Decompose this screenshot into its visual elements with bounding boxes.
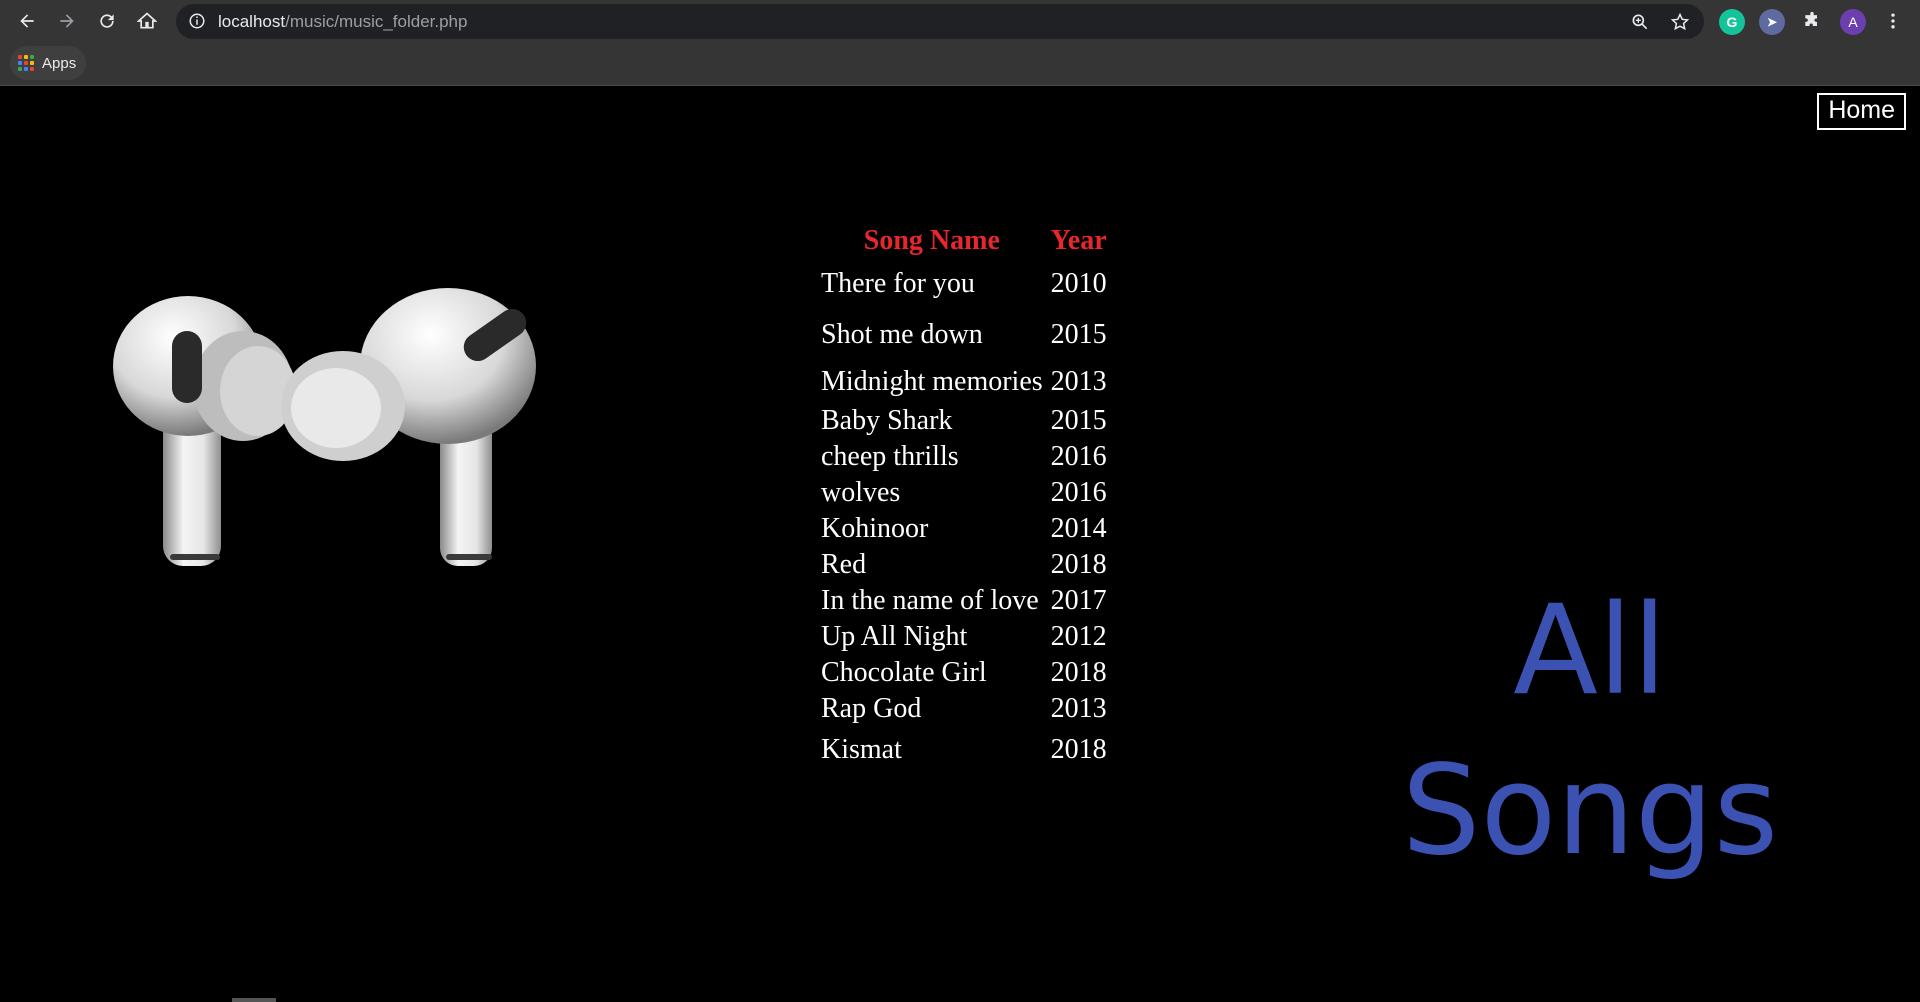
avatar[interactable]: A (1840, 9, 1866, 35)
song-year: 2013 (1050, 693, 1107, 724)
apps-label: Apps (42, 54, 77, 72)
table-row: cheep thrills 2016 (817, 439, 1111, 475)
song-name: wolves (821, 477, 901, 508)
song-name: Up All Night (821, 621, 968, 652)
url-text[interactable]: localhost/music/music_folder.php (218, 12, 467, 32)
song-name: Baby Shark (821, 405, 953, 436)
table-row: Red 2018 (817, 547, 1111, 583)
url-host: localhost (218, 12, 286, 31)
song-name: Chocolate Girl (821, 657, 987, 688)
star-icon[interactable] (1668, 10, 1692, 34)
extension-icon[interactable]: ➤ (1759, 9, 1785, 35)
url-path: /music/music_folder.php (285, 12, 468, 31)
info-icon[interactable] (188, 12, 206, 30)
song-year: 2016 (1050, 477, 1107, 508)
song-name: There for you (821, 268, 975, 299)
song-year: 2014 (1050, 513, 1107, 544)
apps-bookmark[interactable]: Apps (10, 46, 87, 80)
page-content: Home Song Name Year There for you 2010 S… (0, 86, 1920, 1002)
column-header-song-name: Song Name (863, 225, 1000, 256)
table-row: Kohinoor 2014 (817, 511, 1111, 547)
table-row: Shot me down 2015 (817, 309, 1111, 361)
song-year: 2015 (1050, 405, 1107, 436)
bookmarks-bar: Apps (0, 43, 1920, 86)
page-title-line-1: All (1513, 579, 1667, 723)
table-row: Rap God 2013 (817, 691, 1111, 727)
grammarly-icon[interactable]: G (1719, 9, 1745, 35)
home-button[interactable]: Home (1817, 93, 1906, 130)
song-year: 2017 (1050, 585, 1107, 616)
table-row: Baby Shark 2015 (817, 403, 1111, 439)
page-title-line-2: Songs (1401, 739, 1779, 883)
page-title: All Songs (1380, 571, 1800, 891)
browser-toolbar: localhost/music/music_folder.php G ➤ A (0, 0, 1920, 43)
song-year: 2018 (1050, 734, 1107, 765)
song-year: 2012 (1050, 621, 1107, 652)
song-name: Kohinoor (821, 513, 929, 544)
song-name: Red (821, 549, 867, 580)
table-row: Up All Night 2012 (817, 619, 1111, 655)
table-row: wolves 2016 (817, 475, 1111, 511)
table-row: In the name of love 2017 (817, 583, 1111, 619)
song-year: 2010 (1050, 268, 1107, 299)
song-name: Kismat (821, 734, 902, 765)
song-year: 2013 (1050, 366, 1107, 397)
apps-grid-icon (18, 55, 34, 71)
table-row: There for you 2010 (817, 259, 1111, 309)
song-name: Midnight memories (821, 366, 1043, 397)
column-header-year: Year (1050, 225, 1107, 256)
puzzle-icon[interactable] (1797, 6, 1827, 36)
home-icon[interactable] (132, 6, 162, 36)
song-name: cheep thrills (821, 441, 959, 472)
table-row: Kismat 2018 (817, 727, 1111, 773)
song-year: 2015 (1050, 319, 1107, 350)
forward-icon[interactable] (52, 6, 82, 36)
horizontal-scrollbar[interactable] (232, 998, 276, 1002)
song-year: 2018 (1050, 549, 1107, 580)
table-row: Chocolate Girl 2018 (817, 655, 1111, 691)
address-bar[interactable]: localhost/music/music_folder.php (176, 4, 1704, 39)
table-row: Midnight memories 2013 (817, 361, 1111, 403)
zoom-icon[interactable] (1628, 10, 1652, 34)
reload-icon[interactable] (92, 6, 122, 36)
song-name: Rap God (821, 693, 922, 724)
song-name: In the name of love (821, 585, 1039, 616)
song-year: 2016 (1050, 441, 1107, 472)
table-header-row: Song Name Year (817, 223, 1111, 259)
song-year: 2018 (1050, 657, 1107, 688)
songs-table: Song Name Year There for you 2010 Shot me… (817, 223, 1111, 773)
earbuds-image (113, 288, 536, 566)
menu-icon[interactable] (1878, 6, 1908, 36)
back-icon[interactable] (12, 6, 42, 36)
song-name: Shot me down (821, 319, 983, 350)
